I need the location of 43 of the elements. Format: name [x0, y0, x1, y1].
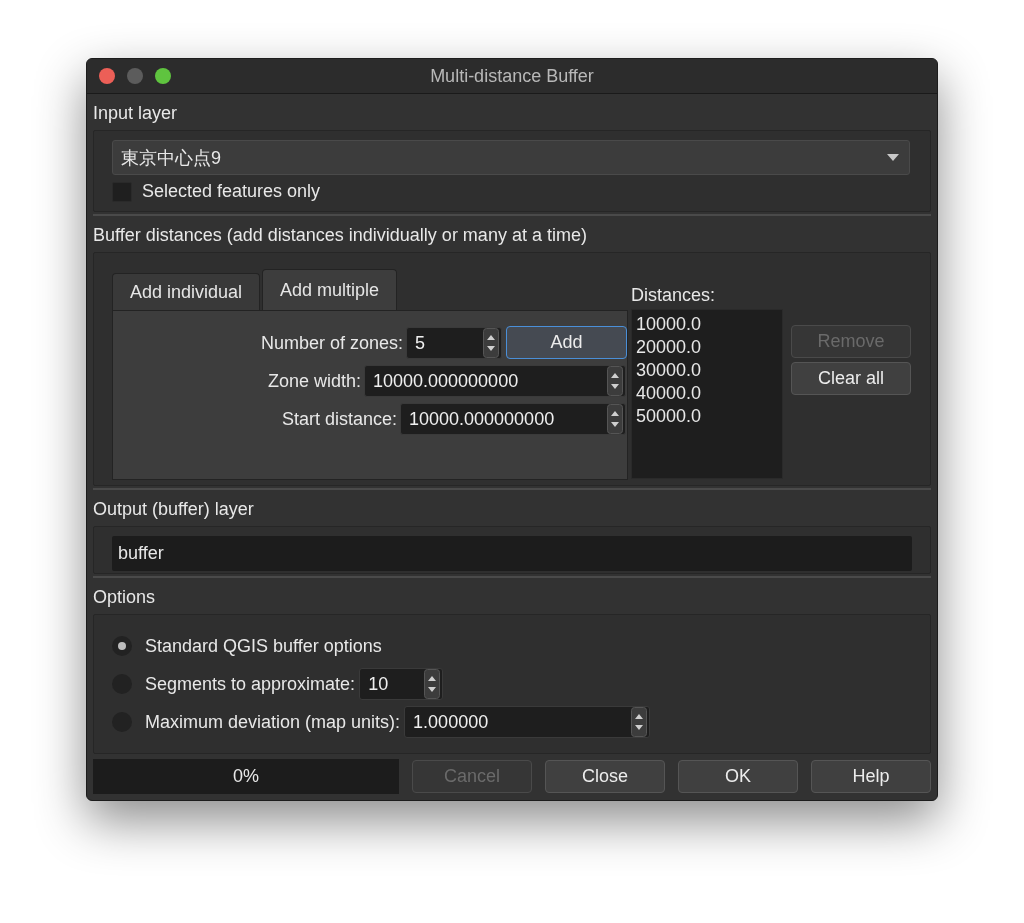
output-layer-field[interactable]: buffer — [112, 536, 912, 571]
field-label: Number of zones: — [260, 332, 403, 354]
spin-box[interactable]: 5 — [406, 327, 502, 359]
list-item[interactable]: 20000.0 — [636, 336, 778, 359]
list-item[interactable]: 30000.0 — [636, 359, 778, 382]
maximize-window-icon[interactable] — [155, 68, 171, 84]
dropdown-caret-icon — [887, 154, 899, 161]
section-heading: Input layer — [93, 102, 179, 125]
distances-list[interactable]: 10000.0 20000.0 30000.0 40000.0 50000.0 — [631, 309, 783, 479]
option-label: Segments to approximate: — [145, 673, 356, 695]
layer-dropdown[interactable]: 東京中心点9 — [112, 140, 910, 175]
spin-box[interactable]: 1.000000 — [404, 706, 651, 738]
list-item[interactable]: 40000.0 — [636, 382, 778, 405]
add-button[interactable]: Add — [506, 326, 627, 359]
list-label: Distances: — [631, 285, 717, 306]
tab[interactable]: Add individual — [112, 273, 261, 310]
spin-arrows-icon[interactable] — [483, 328, 499, 358]
dialog-button[interactable]: OK — [678, 760, 798, 793]
spin-arrows-icon[interactable] — [607, 366, 623, 396]
dialog-button[interactable]: Close — [545, 760, 665, 793]
option-label: Maximum deviation (map units): — [145, 711, 401, 733]
section-heading: Buffer distances (add distances individually or many at a time) — [93, 224, 588, 247]
action-button[interactable]: Clear all — [791, 362, 911, 395]
spin-box[interactable]: 10000.000000000 — [400, 403, 626, 435]
field-label: Start distance: — [281, 408, 397, 430]
spin-arrows-icon[interactable] — [424, 669, 441, 699]
spin-arrows-icon[interactable] — [607, 404, 623, 434]
spin-box[interactable]: 10 — [359, 668, 444, 700]
spin-box[interactable]: 10000.000000000 — [364, 365, 626, 397]
tab[interactable]: Add multiple — [262, 269, 398, 310]
close-window-icon[interactable] — [99, 68, 115, 84]
window-title: Multi-distance Buffer — [430, 65, 594, 86]
field-label: Zone width: — [267, 370, 361, 392]
dialog-button[interactable]: Help — [811, 760, 931, 793]
list-item[interactable]: 50000.0 — [636, 405, 778, 428]
spin-arrows-icon[interactable] — [631, 707, 648, 737]
checkbox-label: Selected features only — [142, 181, 321, 202]
list-item[interactable]: 10000.0 — [636, 313, 778, 336]
radio-button[interactable] — [112, 636, 132, 656]
section-heading: Options — [93, 586, 157, 609]
option-label: Standard QGIS buffer options — [145, 635, 382, 657]
progress-reading: 0% — [233, 766, 259, 787]
section-heading: Output (buffer) layer — [93, 498, 255, 521]
